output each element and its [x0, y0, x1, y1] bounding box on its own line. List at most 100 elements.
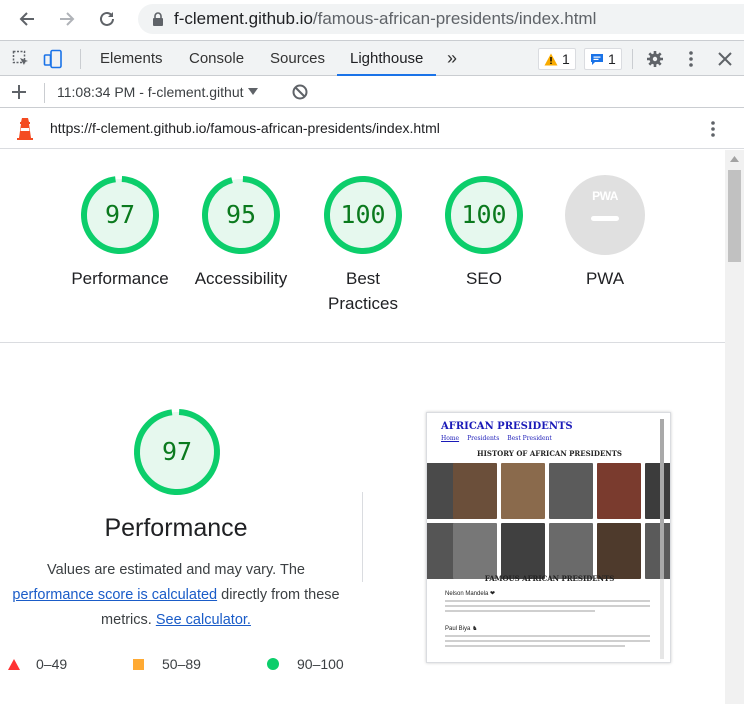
- lock-icon: [153, 12, 163, 26]
- close-devtools-button[interactable]: [714, 49, 736, 69]
- gear-icon: [647, 51, 663, 67]
- site-nav-item: Best President: [507, 435, 552, 442]
- president-photo: [645, 523, 670, 579]
- settings-button[interactable]: [644, 49, 666, 69]
- arrow-left-icon: [19, 12, 34, 26]
- inspect-element-button[interactable]: [10, 49, 32, 69]
- seo-score: 100: [461, 200, 507, 229]
- report-url[interactable]: https://f-clement.github.io/famous-afric…: [50, 120, 440, 136]
- seo-label: SEO: [466, 269, 502, 288]
- devtools-tab-strip: Elements Console Sources Lighthouse » 1 …: [0, 40, 744, 76]
- score-calculated-link[interactable]: performance score is calculated: [12, 587, 217, 603]
- best-practices-gauge[interactable]: 100: [322, 174, 404, 256]
- report-url-bar: https://f-clement.github.io/famous-afric…: [0, 108, 744, 149]
- browser-address-bar: f-clement.github.io/famous-african-presi…: [0, 0, 744, 38]
- president-photo: [501, 523, 545, 579]
- text-line: [445, 640, 650, 642]
- text-line: [445, 610, 595, 612]
- final-screenshot[interactable]: AFRICAN PRESIDENTS Home Presidents Best …: [426, 412, 671, 663]
- close-icon: [718, 52, 732, 66]
- best-practices-label: Best Practices: [328, 269, 398, 313]
- accessibility-gauge[interactable]: 95: [200, 174, 282, 256]
- tab-lighthouse[interactable]: Lighthouse: [337, 41, 437, 76]
- desc-text: Values are estimated and may vary. The: [47, 562, 305, 578]
- message-count: 1: [608, 51, 616, 67]
- president-photo: [597, 523, 641, 579]
- see-calculator-link[interactable]: See calculator.: [156, 612, 251, 628]
- performance-detail-score: 97: [161, 437, 193, 466]
- tab-console[interactable]: Console: [189, 41, 244, 76]
- plus-icon: [12, 85, 26, 99]
- device-toolbar-button[interactable]: [42, 49, 64, 69]
- legend-range: 0–49: [36, 656, 68, 672]
- report-menu-button[interactable]: [710, 120, 716, 143]
- lighthouse-toolbar: 11:08:34 PM - f-clement.githut: [0, 77, 744, 108]
- site-nav-item: Presidents: [467, 435, 500, 442]
- legend-range: 90–100: [297, 656, 344, 672]
- thumbnail-scroll-thumb: [660, 419, 664, 579]
- column-divider: [362, 492, 363, 582]
- toolbar-divider: [632, 49, 633, 69]
- warning-count: 1: [562, 51, 570, 67]
- page-scrollbar[interactable]: [725, 150, 744, 704]
- triangle-icon: [8, 658, 20, 670]
- pwa-badge[interactable]: PWA: [564, 174, 646, 256]
- legend-fail: 0–49: [8, 656, 67, 672]
- more-options-button[interactable]: [680, 49, 702, 69]
- legend-average: 50–89: [133, 656, 201, 672]
- inspect-cursor-icon: [12, 50, 28, 65]
- forward-button[interactable]: [54, 6, 80, 32]
- president-photo: [549, 463, 593, 519]
- tab-sources[interactable]: Sources: [270, 41, 325, 76]
- seo-gauge[interactable]: 100: [443, 174, 525, 256]
- site-nav-item: Home: [441, 435, 460, 442]
- performance-description: Values are estimated and may vary. The p…: [0, 558, 352, 633]
- arrow-right-icon: [60, 12, 75, 26]
- omnibox[interactable]: f-clement.github.io/famous-african-presi…: [138, 4, 744, 34]
- accessibility-label: Accessibility: [194, 269, 288, 288]
- report-selector[interactable]: 11:08:34 PM - f-clement.githut: [57, 84, 258, 100]
- entry-name: Paul Biya ♞: [445, 626, 478, 632]
- reload-icon: [100, 11, 114, 26]
- performance-gauge[interactable]: 97: [79, 174, 161, 256]
- warnings-badge[interactable]: 1: [538, 48, 576, 70]
- lighthouse-logo-icon: [17, 118, 33, 140]
- desc-text: metrics.: [101, 612, 156, 628]
- new-report-button[interactable]: [8, 82, 30, 102]
- pwa-icon: [565, 175, 645, 255]
- scroll-thumb[interactable]: [728, 170, 741, 262]
- clear-icon: [292, 84, 308, 100]
- more-tabs-button[interactable]: »: [447, 41, 457, 76]
- pwa-logo-text: PWA: [592, 189, 618, 203]
- back-button[interactable]: [14, 6, 40, 32]
- messages-badge[interactable]: 1: [584, 48, 622, 70]
- scroll-up-icon[interactable]: [730, 156, 739, 162]
- president-photo: [501, 463, 545, 519]
- url-path: /famous-african-presidents/index.html: [312, 9, 597, 28]
- tab-elements[interactable]: Elements: [100, 41, 163, 76]
- reload-button[interactable]: [94, 6, 120, 32]
- legend-range: 50–89: [162, 656, 201, 672]
- president-photo: [453, 523, 497, 579]
- president-photo: [645, 463, 670, 519]
- pwa-label: PWA: [585, 269, 625, 288]
- desc-text: directly from these: [217, 587, 340, 603]
- entry-name: Nelson Mandela ❤: [445, 591, 496, 597]
- device-mode-icon: [43, 49, 62, 69]
- kebab-menu-icon: [689, 51, 693, 67]
- site-title: AFRICAN PRESIDENTS: [441, 421, 573, 432]
- lighthouse-report: 97 Performance 95 Accessibility 100 Best…: [0, 150, 725, 704]
- section-divider: [0, 342, 725, 343]
- message-icon: [591, 53, 603, 65]
- toolbar-divider: [44, 83, 45, 103]
- toolbar-divider: [80, 49, 81, 69]
- best-practices-score: 100: [340, 200, 386, 229]
- performance-heading: Performance: [104, 514, 248, 542]
- text-line: [445, 635, 650, 637]
- text-line: [445, 605, 650, 607]
- president-photo: [597, 463, 641, 519]
- text-line: [445, 600, 650, 602]
- report-run-label: 11:08:34 PM - f-clement.githut: [57, 84, 244, 100]
- clear-reports-button[interactable]: [289, 82, 311, 102]
- site-nav: Home Presidents Best President: [441, 435, 552, 442]
